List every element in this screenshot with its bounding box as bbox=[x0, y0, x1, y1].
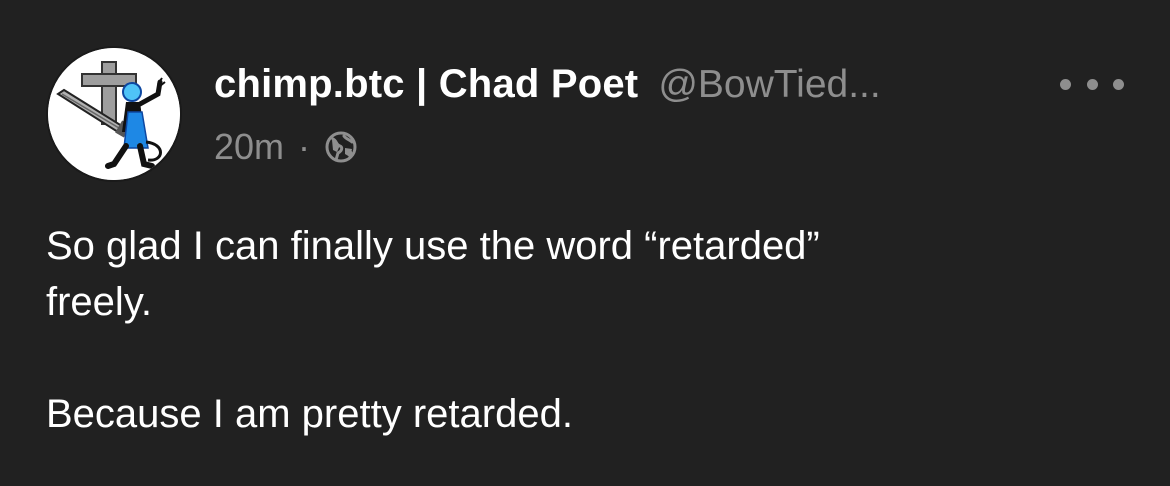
post-header: chimp.btc | Chad Poet @BowTied... 20m · bbox=[214, 62, 881, 168]
globe-icon bbox=[324, 130, 358, 164]
more-dot bbox=[1113, 78, 1124, 90]
more-dot bbox=[1086, 78, 1098, 90]
post-timestamp[interactable]: 20m bbox=[214, 126, 284, 168]
meta-separator: · bbox=[298, 126, 311, 167]
more-options-button[interactable] bbox=[1060, 66, 1124, 102]
author-display-name[interactable]: chimp.btc | Chad Poet bbox=[214, 62, 638, 107]
author-handle[interactable]: @BowTied... bbox=[658, 63, 880, 107]
post-text-line: Because I am pretty retarded. bbox=[46, 392, 573, 436]
more-dot bbox=[1060, 78, 1071, 90]
post-text-line: freely. bbox=[46, 280, 152, 324]
author-avatar[interactable] bbox=[46, 46, 182, 182]
post-meta: 20m · bbox=[214, 126, 881, 168]
post-card: chimp.btc | Chad Poet @BowTied... 20m · … bbox=[0, 0, 1170, 486]
author-line: chimp.btc | Chad Poet @BowTied... bbox=[214, 62, 881, 118]
post-text: So glad I can finally use the word “reta… bbox=[46, 218, 1126, 442]
avatar-image bbox=[48, 48, 180, 180]
post-text-line: So glad I can finally use the word “reta… bbox=[46, 224, 820, 268]
